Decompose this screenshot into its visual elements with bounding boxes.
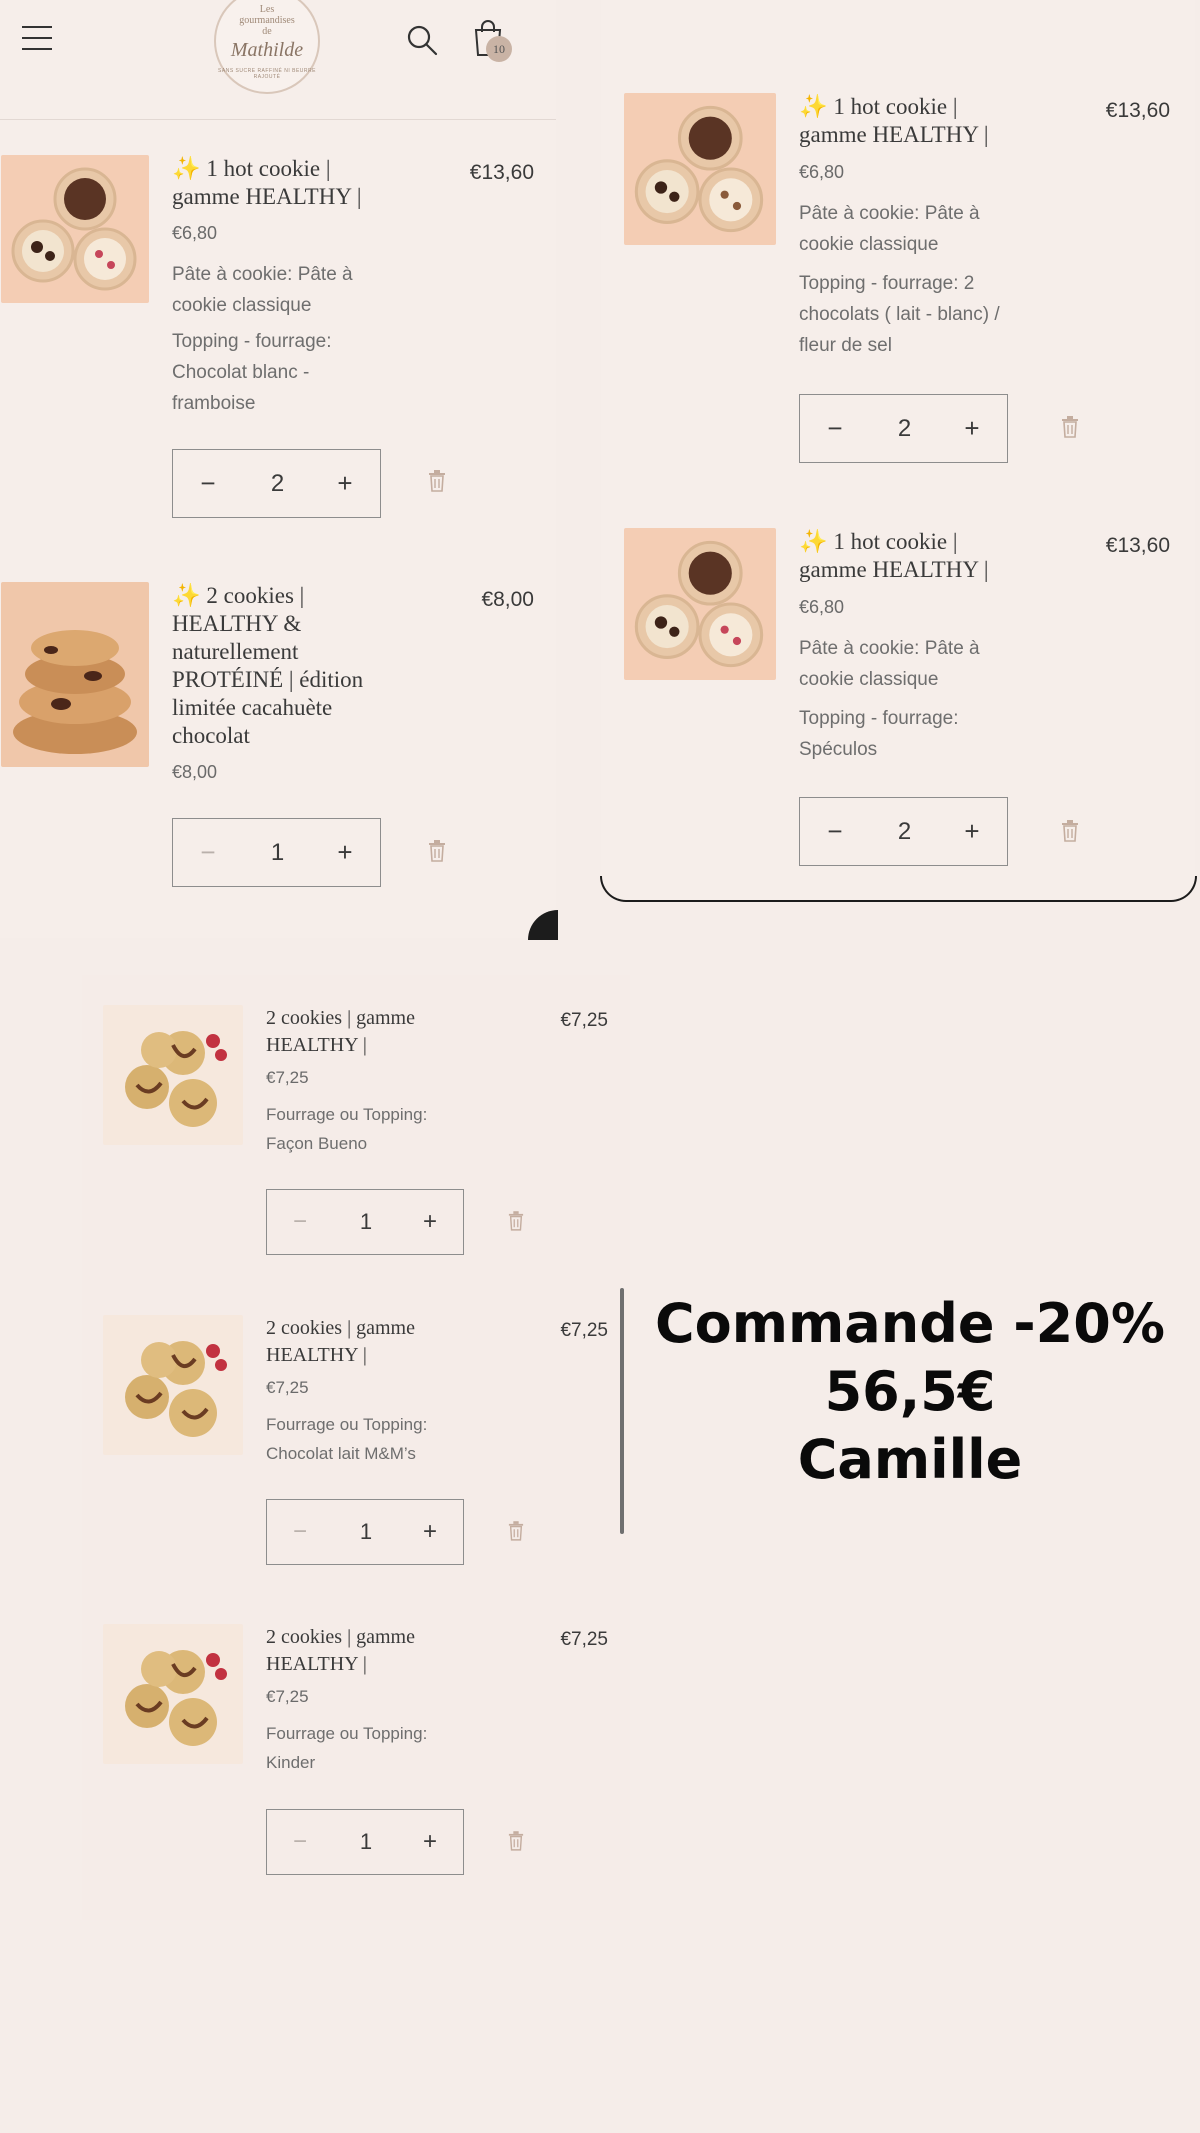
increase-quantity-button[interactable]: + — [310, 819, 380, 886]
quantity-stepper: − 2 + — [799, 394, 1008, 463]
product-title[interactable]: 2 cookies | gamme HEALTHY | — [266, 1005, 466, 1059]
line-total: €8,00 — [481, 588, 534, 611]
decrease-quantity-button[interactable]: − — [800, 395, 870, 462]
order-note: Commande -20% 56,5€ Camille — [630, 1290, 1190, 1494]
trash-icon[interactable] — [428, 840, 446, 862]
trash-icon[interactable] — [508, 1521, 524, 1541]
product-option: Fourrage ou Topping: Kinder — [266, 1724, 428, 1772]
unit-price: €8,00 — [172, 762, 218, 782]
cart-panel-bottom: 2 cookies | gamme HEALTHY | €7,25 Fourra… — [82, 975, 630, 1920]
product-image[interactable] — [624, 528, 776, 680]
increase-quantity-button[interactable]: + — [937, 798, 1007, 865]
note-line-name: Camille — [797, 1428, 1023, 1491]
brand-logo[interactable]: Les gourmandises de Mathilde SANS SUCRE … — [214, 0, 320, 94]
quantity-input[interactable]: 1 — [333, 1190, 399, 1254]
trash-icon[interactable] — [1061, 820, 1079, 842]
quantity-input[interactable]: 1 — [333, 1500, 399, 1564]
increase-quantity-button[interactable]: + — [397, 1500, 463, 1564]
trash-icon[interactable] — [1061, 416, 1079, 438]
logo-text-gourmandises: gourmandises — [239, 15, 295, 26]
menu-icon[interactable] — [22, 26, 52, 52]
quantity-input[interactable]: 2 — [870, 798, 939, 865]
quantity-input[interactable]: 1 — [333, 1810, 399, 1874]
product-option: Fourrage ou Topping: Façon Bueno — [266, 1105, 428, 1153]
product-image[interactable] — [103, 1005, 243, 1145]
unit-price: €7,25 — [266, 1068, 309, 1087]
decrease-quantity-button[interactable]: − — [800, 798, 870, 865]
cart-panel-right: ✨ 1 hot cookie | gamme HEALTHY | €6,80 P… — [601, 0, 1195, 902]
product-option: Fourrage ou Topping: Chocolat lait M&M’s — [266, 1415, 428, 1463]
line-total: €7,25 — [560, 1010, 608, 1031]
line-total: €7,25 — [560, 1320, 608, 1341]
logo-tagline: SANS SUCRE RAFFINÉ NI BEURRE RAJOUTÉ — [218, 68, 316, 80]
product-title[interactable]: ✨ 1 hot cookie | gamme HEALTHY | — [172, 155, 402, 211]
logo-name: Mathilde — [230, 39, 304, 61]
product-option: Pâte à cookie: Pâte à cookie classique — [799, 638, 980, 690]
line-total: €7,25 — [560, 1629, 608, 1650]
increase-quantity-button[interactable]: + — [937, 395, 1007, 462]
line-total: €13,60 — [1105, 534, 1170, 557]
logo-text-de: de — [262, 26, 272, 37]
product-option: Pâte à cookie: Pâte à cookie classique — [172, 264, 353, 316]
logo-text-les: Les — [259, 4, 275, 15]
quantity-stepper: − 2 + — [799, 797, 1008, 866]
product-image[interactable] — [1, 155, 149, 303]
note-line-discount: Commande -20% — [655, 1292, 1165, 1355]
site-header: Les gourmandises de Mathilde SANS SUCRE … — [0, 0, 556, 120]
unit-price: €6,80 — [172, 223, 218, 243]
product-title[interactable]: 2 cookies | gamme HEALTHY | — [266, 1624, 466, 1678]
product-title[interactable]: ✨ 1 hot cookie | gamme HEALTHY | — [799, 93, 1029, 149]
quantity-stepper: − 2 + — [172, 449, 381, 518]
cart-panel-left: Les gourmandises de Mathilde SANS SUCRE … — [0, 0, 556, 938]
quantity-stepper: − 1 + — [266, 1499, 464, 1565]
decrease-quantity-button[interactable]: − — [267, 1500, 333, 1564]
trash-icon[interactable] — [508, 1211, 524, 1231]
quantity-stepper: − 1 + — [266, 1809, 464, 1875]
quantity-input[interactable]: 2 — [870, 395, 939, 462]
product-option: Pâte à cookie: Pâte à cookie classique — [799, 203, 980, 255]
quantity-input[interactable]: 2 — [243, 450, 312, 517]
increase-quantity-button[interactable]: + — [310, 450, 380, 517]
line-total: €13,60 — [469, 161, 534, 184]
unit-price: €6,80 — [799, 597, 845, 617]
note-line-total: 56,5€ — [824, 1360, 996, 1423]
decrease-quantity-button[interactable]: − — [173, 450, 243, 517]
product-image[interactable] — [1, 582, 149, 767]
trash-icon[interactable] — [428, 470, 446, 492]
product-title[interactable]: ✨ 1 hot cookie | gamme HEALTHY | — [799, 528, 1029, 584]
line-total: €13,60 — [1105, 99, 1170, 122]
unit-price: €7,25 — [266, 1687, 309, 1706]
cart-count-badge: 10 — [486, 36, 512, 62]
product-option: Topping - fourrage: Chocolat blanc - fra… — [172, 331, 332, 414]
increase-quantity-button[interactable]: + — [397, 1190, 463, 1254]
unit-price: €6,80 — [799, 162, 845, 182]
product-image[interactable] — [103, 1624, 243, 1764]
search-icon[interactable] — [406, 24, 438, 56]
trash-icon[interactable] — [508, 1831, 524, 1851]
product-option: Topping - fourrage: 2 chocolats ( lait -… — [799, 273, 1000, 356]
quantity-stepper: − 1 + — [266, 1189, 464, 1255]
product-title[interactable]: 2 cookies | gamme HEALTHY | — [266, 1315, 466, 1369]
product-title[interactable]: ✨ 2 cookies | HEALTHY & naturellement PR… — [172, 582, 402, 750]
quantity-input[interactable]: 1 — [243, 819, 312, 886]
decrease-quantity-button[interactable]: − — [267, 1190, 333, 1254]
panel-edge-decoration — [600, 876, 1197, 902]
decrease-quantity-button[interactable]: − — [267, 1810, 333, 1874]
product-image[interactable] — [624, 93, 776, 245]
quantity-stepper: − 1 + — [172, 818, 381, 887]
scrollbar[interactable] — [620, 1288, 624, 1534]
decrease-quantity-button[interactable]: − — [173, 819, 243, 886]
product-option: Topping - fourrage: Spéculos — [799, 708, 959, 760]
increase-quantity-button[interactable]: + — [397, 1810, 463, 1874]
product-image[interactable] — [103, 1315, 243, 1455]
unit-price: €7,25 — [266, 1378, 309, 1397]
